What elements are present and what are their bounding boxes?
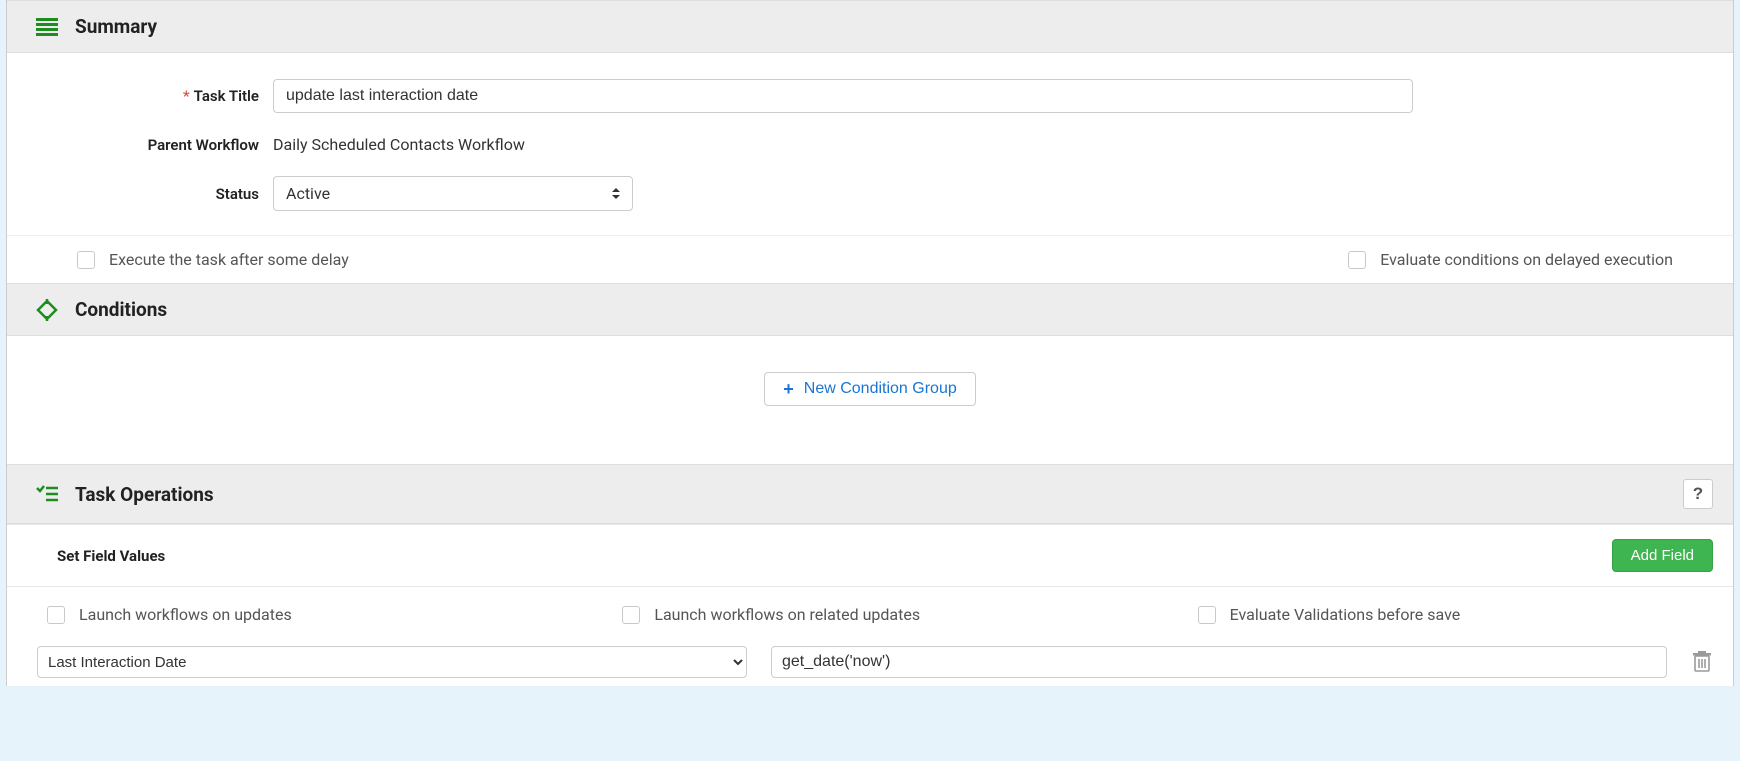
field-name-select[interactable]: Last Interaction Date	[37, 646, 747, 678]
status-label: Status	[27, 185, 273, 203]
task-title-input[interactable]	[273, 79, 1413, 113]
summary-options-row: Execute the task after some delay Evalua…	[7, 235, 1733, 283]
conditions-heading: Conditions	[75, 298, 167, 321]
summary-heading: Summary	[75, 15, 157, 38]
new-condition-group-label: New Condition Group	[804, 380, 957, 398]
launch-workflows-updates-label: Launch workflows on updates	[79, 605, 292, 624]
list-icon	[35, 17, 59, 37]
conditions-section-header: Conditions	[7, 283, 1733, 336]
evaluate-delayed-label: Evaluate conditions on delayed execution	[1380, 250, 1673, 269]
task-title-label: *Task Title	[27, 87, 273, 105]
field-expression-input[interactable]	[771, 646, 1667, 678]
trash-icon[interactable]	[1691, 649, 1713, 675]
evaluate-validations-label: Evaluate Validations before save	[1230, 605, 1461, 624]
chevron-updown-icon	[612, 186, 622, 202]
help-button[interactable]: ?	[1683, 479, 1713, 509]
field-value-row: Last Interaction Date	[7, 642, 1733, 686]
diamond-icon	[35, 300, 59, 320]
checklist-icon	[35, 484, 59, 504]
delay-checkbox-label: Execute the task after some delay	[109, 250, 349, 269]
summary-body: *Task Title Parent Workflow Daily Schedu…	[7, 53, 1733, 235]
evaluate-validations-checkbox[interactable]	[1198, 606, 1216, 624]
new-condition-group-button[interactable]: + New Condition Group	[764, 372, 975, 406]
status-value: Active	[286, 184, 330, 203]
launch-workflows-updates-checkbox[interactable]	[47, 606, 65, 624]
add-field-button[interactable]: Add Field	[1612, 539, 1713, 572]
delay-checkbox[interactable]	[77, 251, 95, 269]
launch-workflows-related-checkbox[interactable]	[622, 606, 640, 624]
launch-workflows-related-label: Launch workflows on related updates	[654, 605, 920, 624]
summary-section-header: Summary	[7, 0, 1733, 53]
question-icon: ?	[1693, 484, 1703, 504]
task-operations-section-header: Task Operations ?	[7, 464, 1733, 524]
parent-workflow-value: Daily Scheduled Contacts Workflow	[273, 131, 1713, 158]
plus-icon: +	[783, 380, 794, 398]
parent-workflow-label: Parent Workflow	[27, 136, 273, 154]
set-field-values-subheader: Set Field Values Add Field	[7, 524, 1733, 587]
status-select[interactable]: Active	[273, 176, 633, 211]
evaluate-delayed-checkbox[interactable]	[1348, 251, 1366, 269]
operations-options-row: Launch workflows on updates Launch workf…	[7, 587, 1733, 642]
task-operations-heading: Task Operations	[75, 483, 214, 506]
set-field-values-label: Set Field Values	[57, 547, 165, 565]
